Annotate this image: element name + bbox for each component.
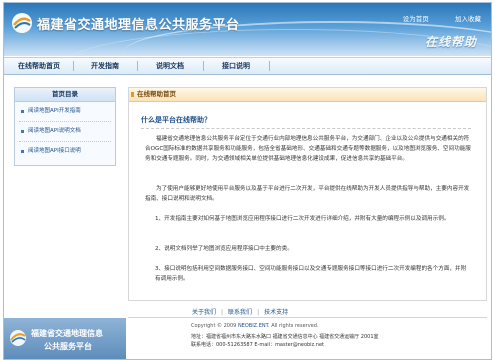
main-nav: 在线帮助首页 开发指南 说明文档 接口说明 (4, 57, 491, 75)
sidebar-item-dev-guide[interactable]: 阅读地图API开发指南 (19, 102, 111, 122)
contact-us-link[interactable]: 联系我们 (228, 309, 252, 316)
bullet-icon (21, 130, 24, 133)
footer-logo-line1: 福建省交通地理信息 (31, 329, 103, 338)
sidebar-item-label: 阅读地图API说明文档 (28, 128, 81, 134)
help-paragraph: 为了使用户能够更好地使用平台服务以及基于平台进行二次开发，平台提供在线帮助为开发… (145, 186, 470, 202)
add-favorite-link[interactable]: 加入收藏 (455, 15, 481, 23)
sidebar-item-label: 阅读地图API接口说明 (28, 148, 81, 154)
site-banner: 福建省交通地理信息公共服务平台 设为首页 加入收藏 在线帮助 (4, 3, 491, 56)
nav-divider (203, 61, 204, 71)
sidebar-title: 首页目录 (15, 88, 115, 102)
top-links: 设为首页 加入收藏 (379, 13, 481, 23)
sidebar: 首页目录 阅读地图API开发指南 阅读地图API说明文档 阅读地图API接口说明 (14, 87, 116, 166)
page-frame: 福建省交通地理信息公共服务平台 设为首页 加入收藏 在线帮助 在线帮助首页 开发… (3, 2, 492, 360)
copyright: Copyright © 2009 NEOBIZ.ENT. All rights … (191, 323, 319, 329)
footer-links: 关于我们 | 联系我们 | 技术支持 (128, 307, 487, 318)
copyright-prefix: Copyright © 2009 (191, 323, 238, 329)
nav-item-help-home[interactable]: 在线帮助首页 (8, 58, 70, 74)
list-item: 1、开发指南主要对如何基于地图浏览应用程序接口进行二次开发进行详细介绍，并附有大… (155, 216, 450, 222)
contact-info: 地址：福建省福州市东大路东水路口 福建省交通信息中心 福建省交通运输厅 2001… (191, 333, 379, 349)
sidebar-item-api[interactable]: 阅读地图API接口说明 (19, 142, 111, 161)
set-homepage-link[interactable]: 设为首页 (403, 15, 429, 23)
nav-item-docs[interactable]: 说明文档 (140, 58, 200, 74)
copyright-company-link[interactable]: NEOBIZ.ENT. (238, 323, 270, 329)
site-title: 福建省交通地理信息公共服务平台 (37, 18, 240, 33)
nav-divider (269, 61, 270, 71)
footer-logo-line2: 公共服务平台 (44, 342, 92, 351)
footer-logo: 福建省交通地理信息 公共服务平台 (4, 318, 126, 359)
banner-slogan: 在线帮助 (424, 35, 477, 49)
bullet-icon (21, 150, 24, 153)
nav-item-api[interactable]: 接口说明 (206, 58, 266, 74)
link-separator: | (221, 309, 224, 316)
about-us-link[interactable]: 关于我们 (192, 309, 216, 316)
copyright-suffix: All rights reserved. (269, 323, 319, 329)
site-logo-icon (12, 13, 32, 33)
section-question: 什么是平台在线帮助？ (141, 115, 471, 129)
phone-email-text: 联系电话：000-51263587 E-mail：master@neobiz.n… (191, 342, 324, 348)
list-item: 2、说明文档列举了地图浏览应用程序接口中主要的类。 (155, 246, 293, 252)
sidebar-item-docs[interactable]: 阅读地图API说明文档 (19, 122, 111, 142)
footer-logo-icon (10, 330, 26, 346)
nav-item-dev-guide[interactable]: 开发指南 (76, 58, 134, 74)
sidebar-item-label: 阅读地图API开发指南 (28, 108, 81, 114)
nav-divider (73, 61, 74, 71)
intro-paragraph: 福建省交通地理信息公共服务平台定位于交通行业内部地理信息公共服务平台，为交通部门… (145, 136, 471, 162)
content-panel: 在线帮助首页 什么是平台在线帮助？ 福建省交通地理信息公共服务平台定位于交通行业… (128, 87, 487, 301)
address-text: 地址：福建省福州市东大路东水路口 福建省交通信息中心 福建省交通运输厅 2001… (191, 334, 379, 340)
link-separator: | (257, 309, 260, 316)
bullet-icon (21, 110, 24, 113)
list-item: 3、接口说明包括利用空间数据服务接口、空间功能服务接口以及交通专题服务接口等接口… (155, 266, 467, 282)
content-title: 在线帮助首页 (137, 90, 176, 98)
nav-divider (137, 61, 138, 71)
content-header: 在线帮助首页 (129, 88, 486, 102)
tech-support-link[interactable]: 技术支持 (264, 309, 288, 316)
header-marker-icon (131, 92, 134, 97)
